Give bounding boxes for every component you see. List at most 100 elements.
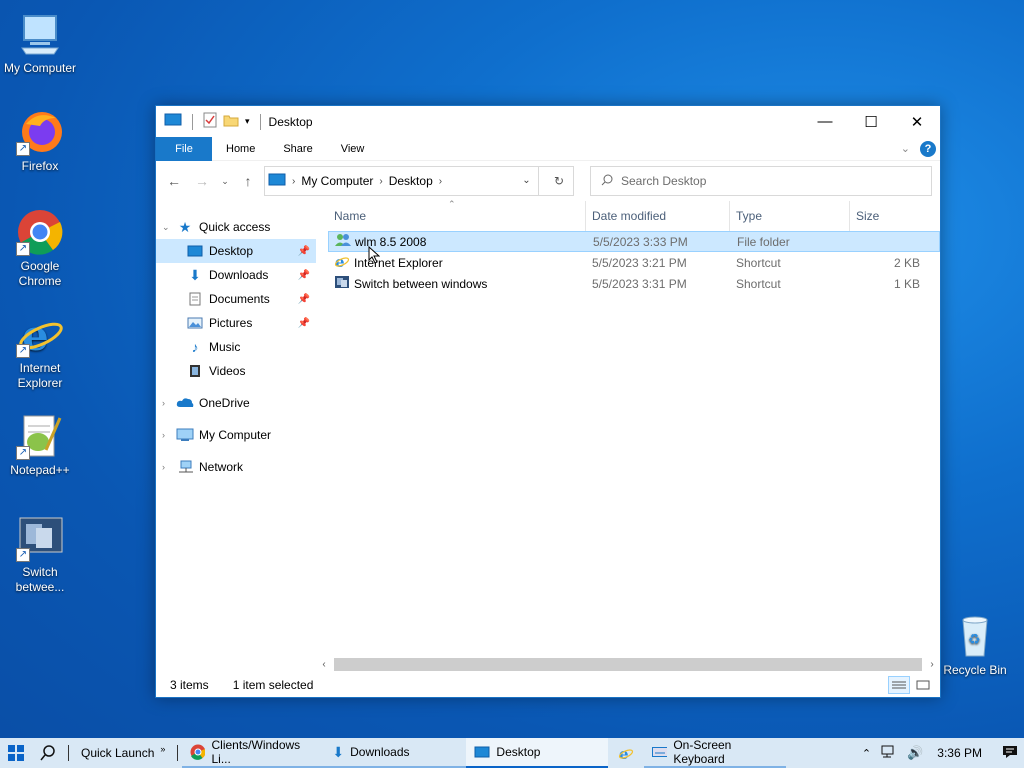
chevron-down-icon[interactable]: ⌄ [162,222,176,233]
nav-quick-access[interactable]: ⌄ ★ Quick access [156,215,316,239]
desktop-icon-recycle-bin[interactable]: ♻ Recycle Bin [935,612,1015,678]
address-segment[interactable]: My Computer [301,174,373,188]
nav-label: Pictures [209,316,253,330]
desktop-icon-label: Recycle Bin [943,663,1007,677]
nav-item-documents[interactable]: Documents 📌 [156,287,316,311]
tab-view[interactable]: View [327,137,379,161]
task-downloads[interactable]: ⬇ Downloads [324,738,467,768]
forward-button[interactable]: → [190,169,214,193]
pin-icon: 📌 [297,269,310,281]
scroll-thumb[interactable] [334,658,922,671]
task-desktop[interactable]: Desktop [466,738,609,768]
desktop-icon-label: Firefox [21,159,59,173]
pictures-icon [186,315,204,331]
scroll-right-icon[interactable]: › [924,659,940,670]
column-type[interactable]: Type [730,201,850,231]
minimize-button[interactable]: — [802,106,848,137]
nav-my-computer[interactable]: › My Computer [156,423,316,447]
tab-home[interactable]: Home [212,137,269,161]
properties-icon[interactable] [203,112,217,131]
chevron-up-icon[interactable]: ⌃ [862,747,871,760]
desktop-icon-label: Notepad++ [10,463,70,477]
back-button[interactable]: ← [162,169,186,193]
nav-item-downloads[interactable]: ⬇ Downloads 📌 [156,263,316,287]
up-button[interactable]: ↑ [236,169,260,193]
ie-icon: e ↗ [16,310,64,360]
large-icons-view-icon[interactable] [912,676,934,694]
volume-icon[interactable]: 🔊 [907,745,923,761]
desktop-icon-notepadpp[interactable]: ↗ Notepad++ [0,412,80,478]
nav-label: Desktop [209,244,254,258]
svg-text:♻: ♻ [968,631,981,647]
shortcut-arrow-icon: ↗ [16,344,30,358]
nav-item-music[interactable]: ♪ Music [156,335,316,359]
tab-file[interactable]: File [156,136,212,161]
details-view-icon[interactable] [888,676,910,694]
start-button[interactable] [0,738,32,768]
recycle-bin-icon: ♻ [951,612,999,660]
title-bar: ▾ Desktop — ☐ ✕ [156,106,940,137]
address-dropdown-icon[interactable]: ⌄ [515,167,539,195]
refresh-icon[interactable]: ↻ [545,174,573,188]
file-date: 5/5/2023 3:21 PM [592,255,687,270]
desktop-icon-switch-windows[interactable]: ↗ Switch betwee... [0,514,80,595]
quick-access-toolbar: ▾ [164,112,265,131]
chevron-right-icon[interactable]: › [379,176,382,187]
file-type: Shortcut [736,255,781,270]
task-label: Downloads [350,745,410,759]
address-bar[interactable]: › My Computer › Desktop › ⌄ ↻ [264,166,574,196]
horizontal-scrollbar[interactable]: ‹ › [316,656,940,673]
status-bar: 3 items 1 item selected [156,673,940,697]
file-row-internet-explorer[interactable]: e Internet Explorer 5/5/2023 3:21 PM Sho… [328,252,940,273]
clock[interactable]: 3:36 PM [937,746,982,760]
customize-qat-icon[interactable]: ▾ [245,116,250,127]
nav-label: Documents [209,292,270,306]
tab-share[interactable]: Share [269,137,326,161]
nav-network[interactable]: › Network [156,455,316,479]
desktop-icon-internet-explorer[interactable]: e ↗ Internet Explorer [0,310,80,391]
chevron-right-icon[interactable]: › [162,398,176,408]
download-icon: ⬇ [189,266,201,283]
network-icon[interactable] [881,745,897,762]
chevron-right-icon[interactable]: › [162,462,176,472]
close-button[interactable]: ✕ [894,106,940,137]
task-on-screen-keyboard[interactable]: On-Screen Keyboard [644,738,787,768]
desktop-icon-my-computer[interactable]: My Computer [0,10,80,76]
divider [68,745,69,761]
help-icon[interactable]: ? [920,140,936,157]
expand-ribbon-icon[interactable]: ⌄ [901,142,910,155]
selection-count: 1 item selected [232,678,314,692]
address-segment[interactable]: Desktop [389,174,433,188]
file-date: 5/5/2023 3:31 PM [592,276,687,291]
task-internet-explorer[interactable]: e [608,738,644,768]
chevron-icon[interactable]: » [160,744,165,754]
column-name[interactable]: Name [328,201,586,231]
new-folder-icon[interactable] [223,113,239,130]
column-date-modified[interactable]: Date modified [586,201,730,231]
window-title: Desktop [268,114,313,129]
nav-item-desktop[interactable]: Desktop 📌 [156,239,316,263]
chevron-right-icon[interactable]: › [292,176,295,187]
nav-onedrive[interactable]: › OneDrive [156,391,316,415]
nav-item-pictures[interactable]: Pictures 📌 [156,311,316,335]
column-size[interactable]: Size [850,201,926,231]
desktop-icon-firefox[interactable]: ↗ Firefox [0,108,80,174]
desktop-icon-chrome[interactable]: ↗ Google Chrome [0,208,80,289]
desktop-icon [474,746,490,758]
navigation-pane: ⌄ ★ Quick access Desktop 📌 ⬇ Downloads 📌… [156,201,316,673]
notifications-icon[interactable] [1002,745,1018,762]
search-input[interactable]: Search Desktop [590,166,932,196]
chevron-right-icon[interactable]: › [162,430,176,440]
file-row-wlm[interactable]: wlm 8.5 2008 5/5/2023 3:33 PM File folde… [328,231,940,252]
nav-item-videos[interactable]: Videos [156,359,316,383]
maximize-button[interactable]: ☐ [848,106,894,137]
chevron-right-icon[interactable]: › [439,176,442,187]
quick-launch-toolbar[interactable]: Quick Launch » [73,738,173,768]
file-row-switch-windows[interactable]: Switch between windows 5/5/2023 3:31 PM … [328,273,940,294]
search-button[interactable] [32,738,64,768]
task-chrome[interactable]: Clients/Windows Li... [182,738,325,768]
notepadpp-icon: ↗ [16,412,64,460]
recent-locations-button[interactable]: ⌄ [218,169,232,193]
column-headers: ⌃ Name Date modified Type Size [328,199,940,231]
scroll-left-icon[interactable]: ‹ [316,659,332,670]
